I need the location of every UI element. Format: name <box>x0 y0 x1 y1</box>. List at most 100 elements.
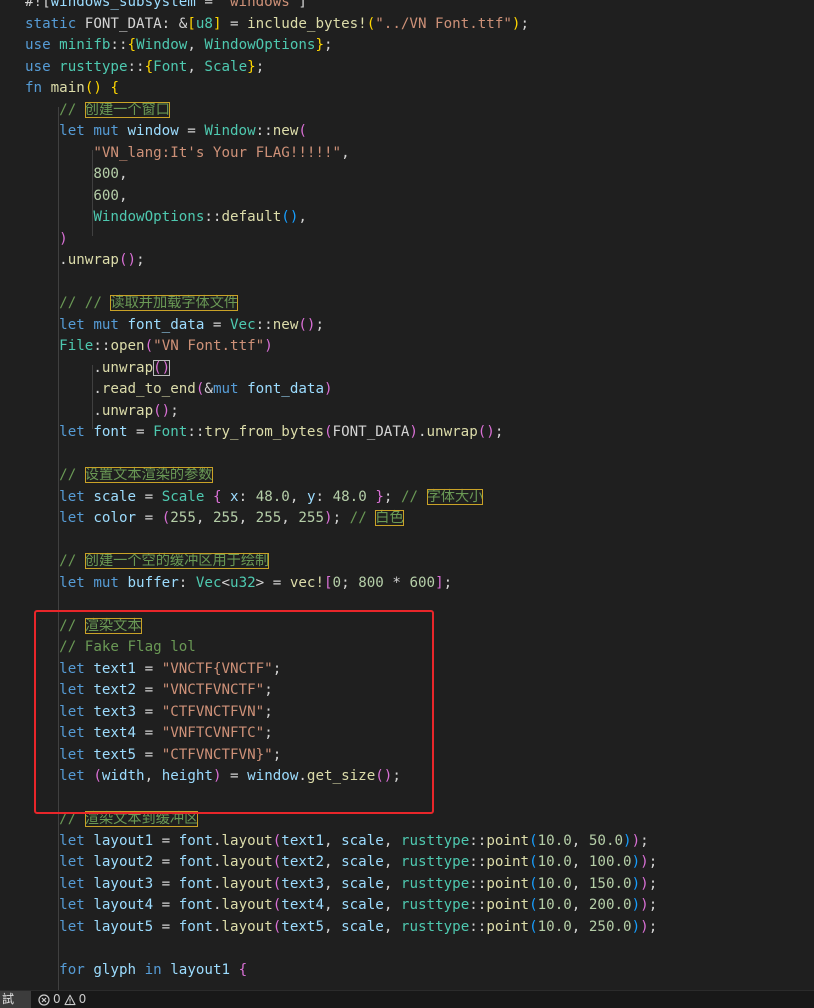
code-token: layout4 <box>93 897 154 913</box>
code-token: // <box>59 101 85 118</box>
code-token: 48.0 <box>255 488 290 505</box>
code-token: :: <box>469 875 487 892</box>
code-token: ) <box>631 854 641 870</box>
code-token: ( <box>144 338 154 354</box>
code-token: ( <box>529 832 538 849</box>
code-token: , <box>341 144 350 161</box>
code-line: static FONT_DATA: &[u8] = include_bytes!… <box>25 14 529 36</box>
code-token: new <box>272 316 299 333</box>
code-token: ) <box>640 897 649 913</box>
code-token: default <box>221 209 282 225</box>
code-token: , <box>383 918 401 935</box>
code-token: "windows" <box>221 0 299 10</box>
code-token: read_to_end <box>101 381 196 397</box>
code-token: text1 <box>281 832 324 849</box>
code-token: 150.0 <box>588 875 632 892</box>
code-token: , <box>289 488 307 505</box>
code-line: 600, <box>25 186 127 208</box>
code-token: let <box>59 574 85 591</box>
code-token: font <box>178 854 213 870</box>
code-token: let <box>59 123 85 139</box>
code-token: ( <box>272 832 282 849</box>
code-token: buffer <box>127 574 179 591</box>
code-token: ) <box>631 897 641 913</box>
code-token: ( <box>366 15 376 32</box>
code-token: ; <box>324 37 333 53</box>
code-token: layout <box>221 875 273 892</box>
error-icon <box>38 993 50 1006</box>
code-token: layout <box>221 897 273 913</box>
code-token: { <box>110 80 119 96</box>
code-token: include_bytes! <box>247 15 367 32</box>
code-token: rusttype <box>400 918 470 935</box>
code-token: u8 <box>195 15 213 32</box>
code-token: :: <box>110 37 128 53</box>
code-line: WindowOptions::default(), <box>25 207 307 229</box>
code-token: 48.0 <box>332 488 367 505</box>
code-token: FONT_DATA: & <box>76 15 188 32</box>
code-line: .read_to_end(&mut font_data) <box>25 379 332 401</box>
code-token: layout1 <box>93 832 154 849</box>
code-token: // <box>349 510 376 526</box>
code-token: , <box>383 832 401 849</box>
code-token: 200.0 <box>588 897 632 913</box>
code-token: ; <box>136 252 145 268</box>
code-token: 0 <box>332 574 342 591</box>
code-line: let layout1 = font.layout(text1, scale, … <box>25 831 649 853</box>
status-bar-mode-label[interactable]: 試 <box>0 991 31 1008</box>
code-token: :: <box>93 338 111 354</box>
code-token: mut <box>93 123 119 139</box>
code-token: , <box>571 854 589 870</box>
code-token: , <box>383 875 401 892</box>
code-token: font_data <box>247 381 324 397</box>
code-token: layout <box>221 832 273 849</box>
code-token: { <box>238 961 248 978</box>
code-token: "VN_lang:It's Your FLAG!!!!!" <box>93 144 342 161</box>
code-token: layout <box>221 918 273 935</box>
code-token: ; <box>255 58 265 75</box>
code-token: , <box>187 37 205 53</box>
code-token: , <box>298 209 307 225</box>
code-token: try_from_bytes <box>204 424 324 440</box>
code-token: new <box>272 123 299 139</box>
code-token: "../VN Font.ttf" <box>375 15 512 32</box>
code-token: ; <box>494 424 504 440</box>
code-token: ] <box>298 0 307 10</box>
code-token: 10.0 <box>537 832 572 849</box>
code-token: 创建一个空的缓冲区用于绘制 <box>84 553 270 569</box>
code-line: .unwrap(); <box>25 401 178 423</box>
code-token: unwrap <box>101 402 154 419</box>
code-token: Vec <box>230 316 256 333</box>
code-token: < <box>221 574 231 591</box>
code-line: File::open("VN Font.ttf") <box>25 336 273 358</box>
code-token: = <box>153 918 179 935</box>
code-line: let font = Font::try_from_bytes(FONT_DAT… <box>25 422 503 444</box>
code-token: :: <box>187 424 205 440</box>
code-token: layout2 <box>93 854 154 870</box>
code-token: } <box>375 488 384 505</box>
code-token: = <box>136 488 162 505</box>
code-editor[interactable]: #![windows_subsystem = "windows"] static … <box>0 0 814 990</box>
code-token: = <box>153 854 179 870</box>
code-token: minifb <box>59 37 111 53</box>
code-line: use rusttype::{Font, Scale}; <box>25 57 264 79</box>
code-token: () <box>153 402 171 419</box>
code-token: () <box>477 424 495 440</box>
code-token: 10.0 <box>537 897 572 913</box>
code-token: mut <box>93 316 119 333</box>
code-token: 255 <box>212 510 239 526</box>
problems-indicator[interactable]: 0 0 <box>38 991 86 1008</box>
code-token: Scale <box>161 488 205 505</box>
code-line: let layout3 = font.layout(text3, scale, … <box>25 874 657 896</box>
code-token: point <box>486 897 530 913</box>
code-token: unwrap <box>426 424 478 440</box>
